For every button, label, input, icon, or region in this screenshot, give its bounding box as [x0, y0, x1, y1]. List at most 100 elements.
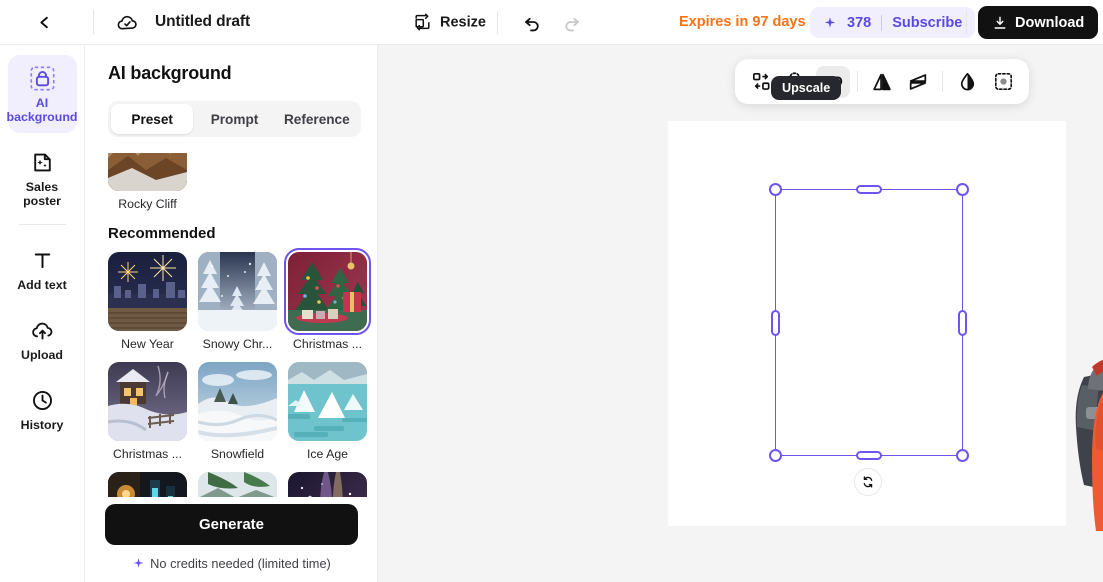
snowy-christmas-thumb — [198, 252, 277, 331]
resize-handle-top-left[interactable] — [769, 183, 782, 196]
resize-handle-top[interactable] — [856, 185, 882, 194]
expires-label: Expires in 97 days — [679, 14, 806, 30]
tab-preset[interactable]: Preset — [111, 104, 194, 134]
sidebar-item-ai-background[interactable]: AI background — [6, 55, 78, 133]
preset-item[interactable]: Snowy Chr... — [198, 252, 277, 351]
sidebar-item-label: Add text — [17, 278, 67, 292]
ai-background-icon — [29, 65, 56, 91]
rail-divider — [18, 224, 66, 225]
preset-thumbnail — [198, 362, 277, 441]
preset-label: Rocky Cliff — [118, 197, 177, 211]
new-year-thumb — [108, 252, 187, 331]
credits-value: 378 — [847, 14, 872, 31]
tab-reference[interactable]: Reference — [276, 104, 358, 134]
download-label: Download — [1015, 14, 1085, 31]
preset-item[interactable]: Ice Age — [288, 362, 367, 461]
generate-button[interactable]: Generate — [105, 504, 358, 545]
preset-label: Ice Age — [306, 447, 349, 461]
history-clock-icon — [30, 387, 55, 413]
sales-poster-icon — [30, 149, 55, 175]
resize-handle-left[interactable] — [771, 309, 780, 336]
resize-handle-top-right[interactable] — [956, 183, 969, 196]
canvas-area[interactable]: Upscale HD — [378, 45, 1103, 582]
redo-button[interactable] — [558, 8, 586, 36]
preset-label: Christmas ... — [292, 337, 362, 351]
sidebar-item-label: History — [20, 418, 64, 432]
upload-cloud-icon — [30, 317, 55, 343]
snowfield-thumb — [198, 362, 277, 441]
artboard[interactable] — [668, 121, 1103, 531]
sidebar-item-history[interactable]: History — [8, 377, 77, 441]
download-button[interactable]: Download — [978, 6, 1099, 39]
left-rail: AI background Sales poster Add text Uplo… — [0, 45, 85, 582]
tab-prompt[interactable]: Prompt — [193, 104, 275, 134]
preset-thumbnail — [108, 252, 187, 331]
preset-label: Snowfield — [210, 447, 265, 461]
undo-icon — [525, 17, 539, 32]
cloud-saved-icon — [117, 15, 137, 30]
document-title[interactable]: Untitled draft — [155, 13, 250, 31]
panel-footer: Generate No credits needed (limited time… — [85, 497, 377, 582]
sidebar-item-label: AI background — [6, 96, 78, 124]
opacity-button[interactable] — [950, 66, 984, 98]
flip-vertical-icon — [909, 73, 927, 90]
rotate-icon — [863, 476, 873, 488]
resize-icon — [415, 13, 430, 31]
sidebar-item-upload[interactable]: Upload — [8, 307, 77, 371]
sidebar-item-sales-poster[interactable]: Sales poster — [8, 139, 77, 217]
preset-thumbnail — [108, 362, 187, 441]
flip-vertical-button[interactable] — [901, 66, 935, 98]
resize-button[interactable]: Resize — [406, 8, 493, 37]
panel-title: AI background — [108, 63, 232, 83]
ice-age-thumb — [288, 362, 367, 441]
app-root: Untitled draft Resize Expires in 97 days… — [0, 0, 1103, 582]
resize-handle-bottom-left[interactable] — [769, 449, 782, 462]
credits-note-text: No credits needed (limited time) — [150, 556, 331, 571]
recommended-heading: Recommended — [108, 225, 216, 242]
preset-label: Christmas ... — [112, 447, 182, 461]
resize-handle-right[interactable] — [958, 309, 967, 336]
rotate-button[interactable] — [854, 468, 882, 496]
preset-item[interactable]: Rocky Cliff — [108, 153, 187, 211]
preset-thumbnail — [284, 248, 371, 335]
selection-frame[interactable] — [769, 183, 969, 462]
sidebar-item-add-text[interactable]: Add text — [8, 237, 77, 301]
preset-item[interactable]: Christmas ... — [108, 362, 187, 461]
preset-thumbnail — [108, 153, 187, 191]
preset-grid-recommended: New Year Snowy Chr... Christmas ... Chri… — [85, 248, 377, 461]
toolbar-divider-2 — [942, 71, 943, 92]
back-button[interactable] — [22, 0, 66, 44]
panel-tabs: Preset Prompt Reference — [108, 101, 361, 137]
sidebar-item-label: Upload — [21, 348, 63, 362]
christmas-cabin-thumb — [108, 362, 187, 441]
resize-label: Resize — [440, 14, 486, 30]
preset-label: Snowy Chr... — [202, 337, 273, 351]
opacity-drop-icon — [960, 72, 974, 91]
pill-separator — [881, 14, 883, 31]
toolbar-divider-1 — [857, 71, 858, 92]
sparkle-icon — [133, 558, 144, 568]
preset-thumbnail — [198, 252, 277, 331]
sparkle-icon — [824, 16, 836, 28]
cloud-saved-indicator — [116, 11, 139, 34]
preset-item-selected[interactable]: Christmas ... — [284, 248, 371, 351]
remove-background-button[interactable] — [986, 66, 1020, 98]
subject-image[interactable] — [1046, 257, 1103, 540]
credits-pill: 378 Subscribe — [810, 7, 976, 38]
preset-item[interactable]: Snowfield — [198, 362, 277, 461]
top-bar: Untitled draft Resize Expires in 97 days… — [0, 0, 1103, 45]
resize-handle-bottom[interactable] — [856, 451, 882, 460]
flip-horizontal-button[interactable] — [865, 66, 899, 98]
resize-handle-bottom-right[interactable] — [956, 449, 969, 462]
preset-grid-partial-top: Rocky Cliff — [85, 153, 377, 211]
download-icon — [994, 16, 1006, 29]
preset-thumbnail — [288, 362, 367, 441]
topbar-divider-1 — [497, 11, 498, 34]
undo-button[interactable] — [518, 8, 546, 36]
preset-scroll-area[interactable]: Rocky Cliff Recommended New Year Snowy C… — [85, 153, 377, 542]
redo-icon — [565, 17, 579, 32]
preset-item[interactable]: New Year — [108, 252, 187, 351]
credits-note: No credits needed (limited time) — [85, 556, 377, 571]
subscribe-button[interactable]: Subscribe — [892, 15, 962, 31]
flip-horizontal-icon — [873, 73, 891, 90]
